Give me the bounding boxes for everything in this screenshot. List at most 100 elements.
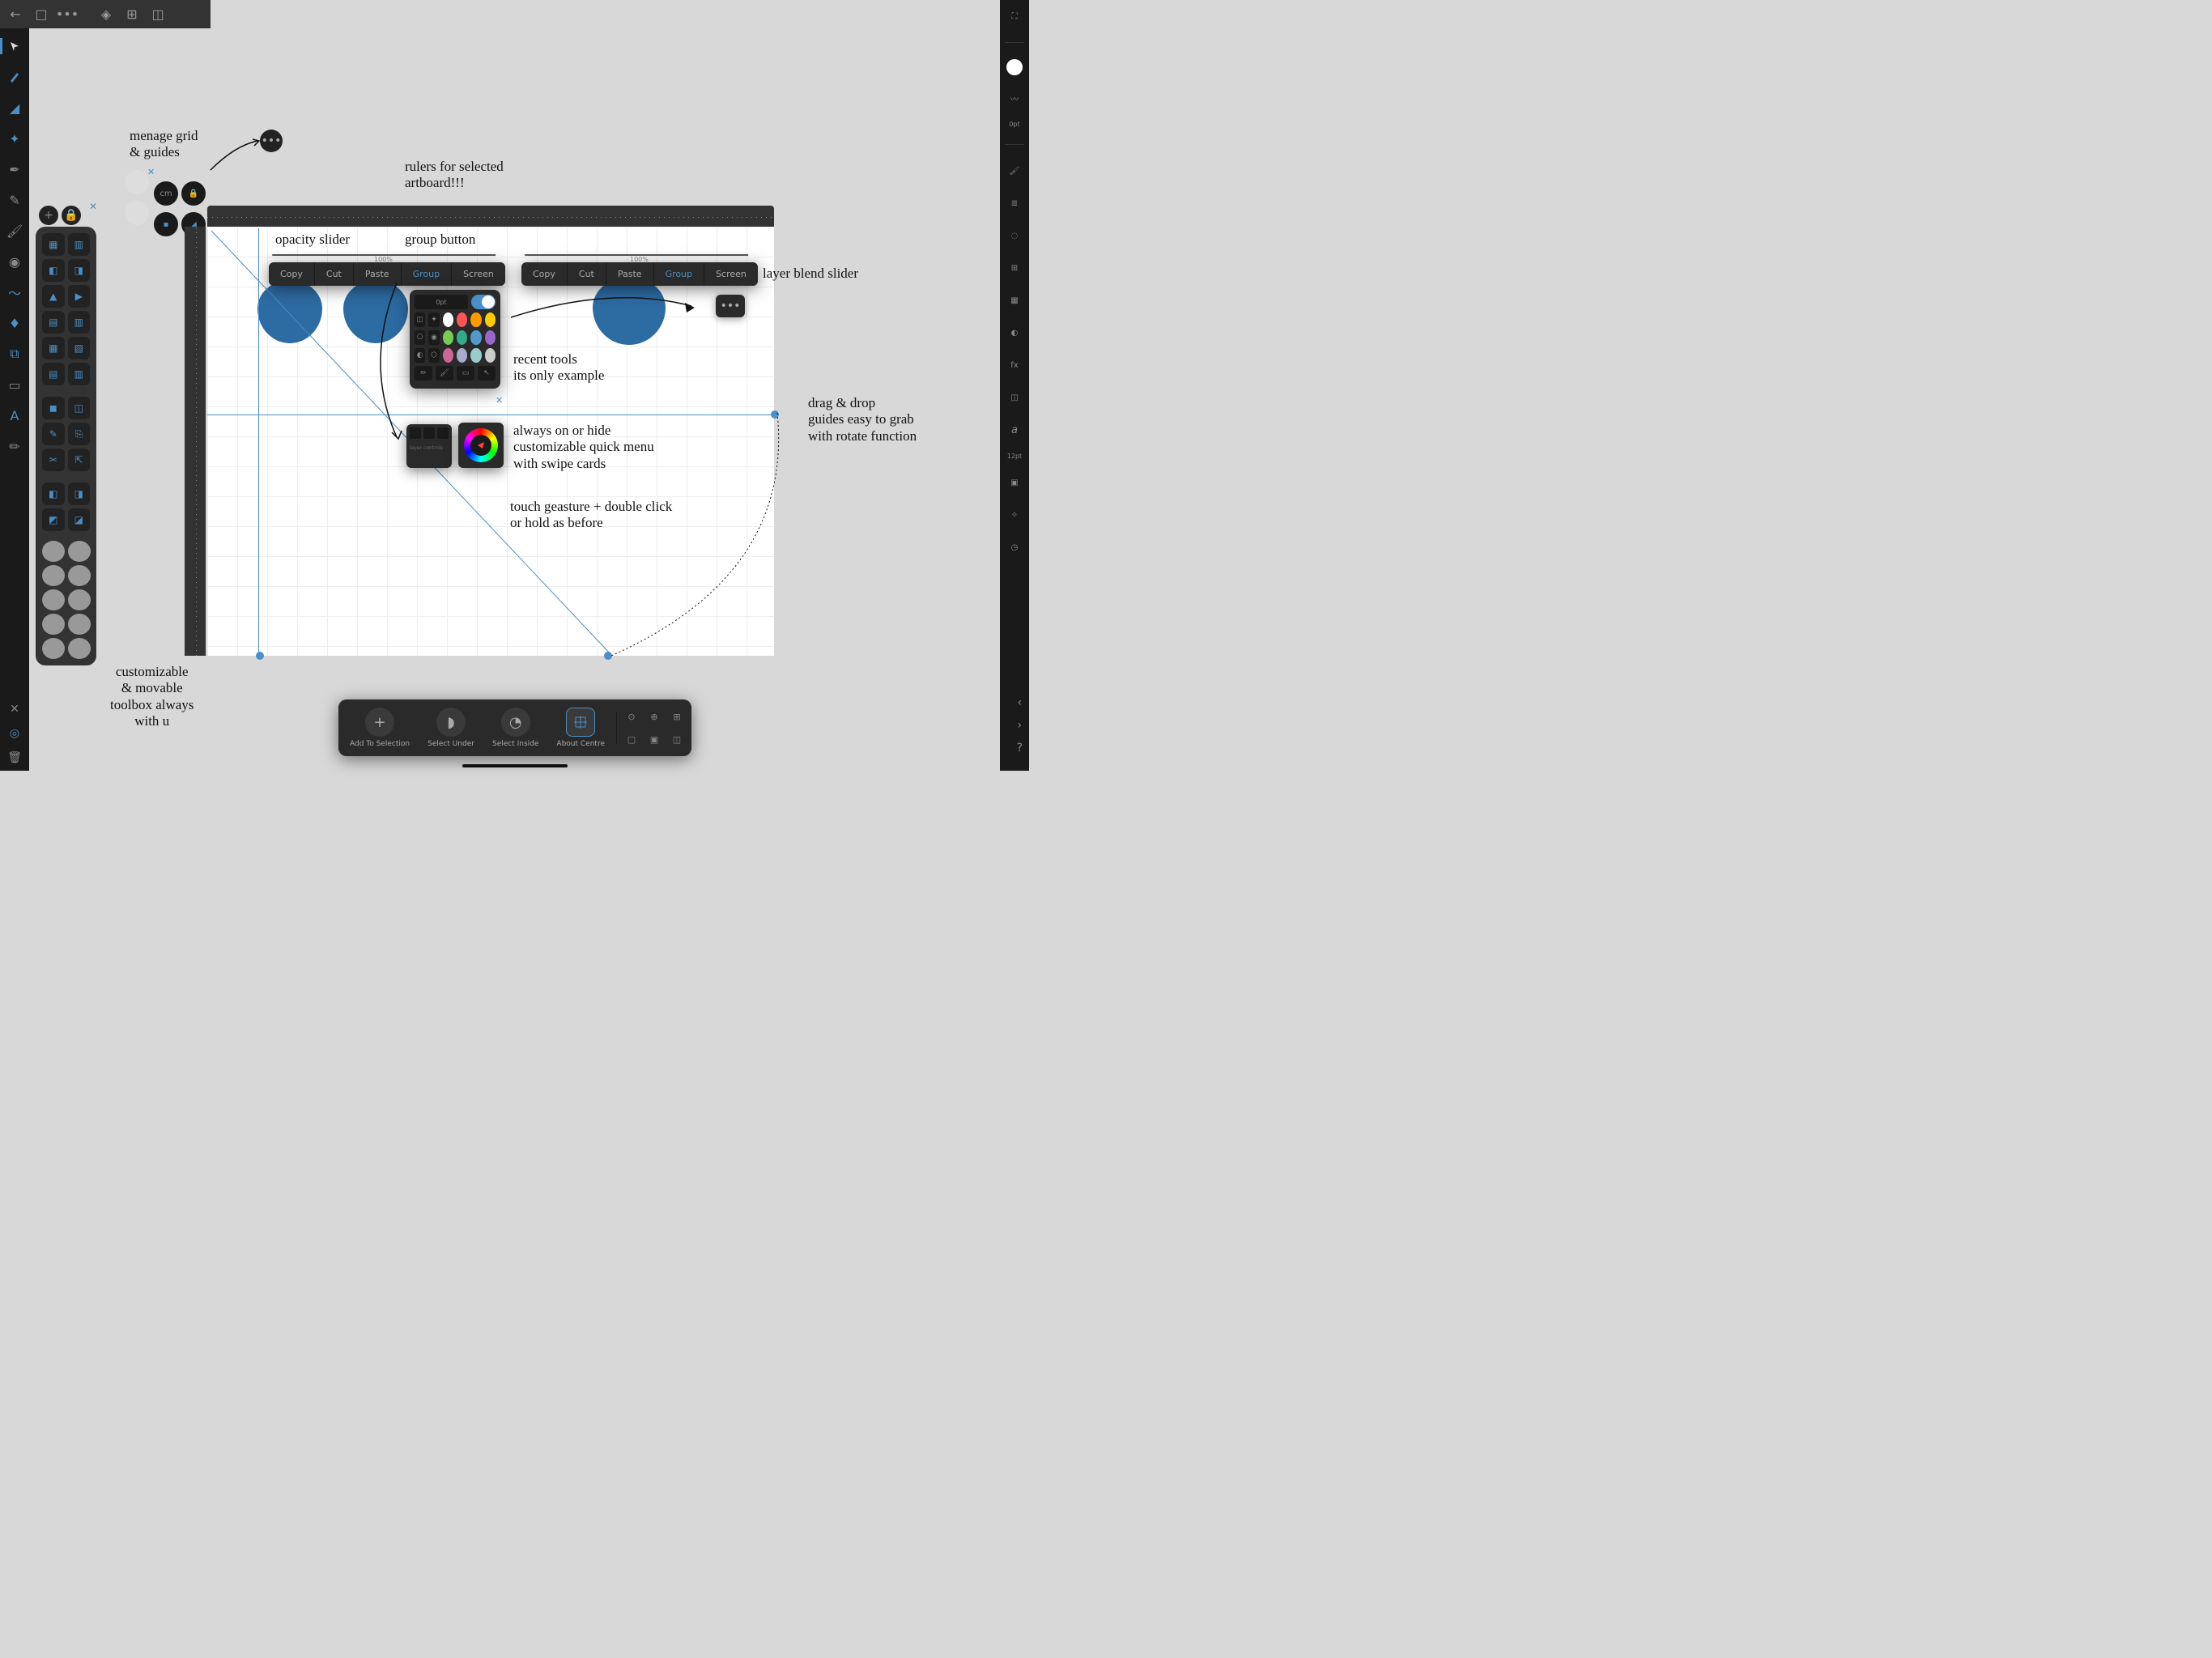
align-center-tool[interactable]: ▦ bbox=[42, 337, 65, 359]
space-v-tool[interactable]: ▥ bbox=[68, 363, 91, 385]
help-icon[interactable]: ? bbox=[1017, 742, 1023, 755]
guide-handle-1[interactable] bbox=[256, 652, 264, 660]
boolean-tool[interactable]: ◫ bbox=[68, 397, 91, 419]
flip-h-tool[interactable]: ▲ bbox=[42, 285, 65, 308]
menu-screen[interactable]: Screen bbox=[452, 262, 505, 286]
order-tool[interactable]: ◨ bbox=[68, 259, 91, 282]
swatch-white[interactable] bbox=[443, 312, 453, 327]
cut-tool[interactable]: ✂ bbox=[42, 449, 65, 471]
swatch-grey[interactable] bbox=[485, 348, 496, 363]
text-tool[interactable]: A bbox=[6, 407, 23, 423]
move-tool[interactable] bbox=[6, 38, 23, 54]
distribute-tool[interactable]: ▥ bbox=[68, 233, 91, 256]
quick-menu-card-2[interactable] bbox=[458, 423, 504, 468]
swatch-lavender[interactable] bbox=[457, 348, 467, 363]
recent-tool-4[interactable]: ◉ bbox=[428, 330, 439, 345]
export-tool[interactable]: ⇱ bbox=[68, 449, 91, 471]
edit-tool[interactable]: ✎ bbox=[42, 423, 65, 445]
dup-tool[interactable]: ◨ bbox=[68, 483, 91, 505]
menu-group[interactable]: Group bbox=[402, 262, 453, 286]
swatch-red[interactable] bbox=[457, 312, 467, 327]
fullscreen-icon[interactable]: ⛶ bbox=[1005, 6, 1024, 26]
transform-panel-icon[interactable]: ▣ bbox=[1005, 473, 1024, 492]
more-button[interactable]: ••• bbox=[55, 2, 79, 27]
grid-circle-2[interactable] bbox=[125, 201, 149, 225]
selection-panel-icon[interactable]: ◌ bbox=[1005, 226, 1024, 245]
select-inside-button[interactable]: ◔Select Inside bbox=[486, 704, 545, 751]
space-h-tool[interactable]: ▤ bbox=[42, 363, 65, 385]
menu2-copy[interactable]: Copy bbox=[521, 262, 568, 286]
swatch-purple[interactable] bbox=[485, 330, 496, 345]
context-more-button[interactable]: ••• bbox=[716, 295, 745, 317]
link-tool[interactable]: ⎘ bbox=[68, 423, 91, 445]
color-wheel-icon[interactable] bbox=[464, 428, 498, 462]
snapping-toggle[interactable]: ◎ bbox=[10, 727, 19, 740]
layer-tool[interactable]: ◧ bbox=[42, 483, 65, 505]
brush-panel-icon[interactable]: 🖌 bbox=[1005, 161, 1024, 181]
pen-tool[interactable]: ✒ bbox=[6, 161, 23, 177]
rectangle-tool[interactable]: ▭ bbox=[6, 376, 23, 393]
trash-icon[interactable]: 🗑 bbox=[7, 751, 22, 764]
quick-tool-4[interactable]: ↖ bbox=[478, 366, 496, 380]
document-button[interactable]: □ bbox=[29, 2, 53, 27]
point-transform-tool[interactable]: ✦ bbox=[6, 130, 23, 147]
stroke-weight-display[interactable]: 0pt bbox=[415, 295, 468, 309]
flip-v-tool[interactable]: ▶ bbox=[68, 285, 91, 308]
swatch-yellow[interactable] bbox=[485, 312, 496, 327]
add-selection-button[interactable]: +Add To Selection bbox=[343, 704, 416, 751]
menu2-cut[interactable]: Cut bbox=[568, 262, 606, 286]
vector-brush-tool[interactable]: 〜 bbox=[6, 284, 23, 300]
align-tool[interactable]: ▦ bbox=[42, 233, 65, 256]
node-tool[interactable] bbox=[6, 69, 23, 85]
menu2-paste[interactable]: Paste bbox=[606, 262, 654, 286]
quick-tool-2[interactable]: 🖌 bbox=[436, 366, 453, 380]
fill-color-swatch[interactable] bbox=[1006, 59, 1023, 75]
history-panel-icon[interactable]: ◷ bbox=[1005, 538, 1024, 557]
toolbox-close-icon[interactable]: ✕ bbox=[89, 201, 97, 212]
recent-tool-2[interactable]: ✦ bbox=[428, 312, 439, 327]
quick-tool-3[interactable]: ▭ bbox=[457, 366, 474, 380]
swatch-teal[interactable] bbox=[457, 330, 467, 345]
color-picker-tool[interactable]: ✏ bbox=[6, 438, 23, 454]
menu-cut[interactable]: Cut bbox=[315, 262, 354, 286]
recent-tool-6[interactable]: ⬡ bbox=[428, 348, 439, 363]
crop-tool[interactable]: ⧉ bbox=[6, 346, 23, 362]
nav-forward-icon[interactable]: › bbox=[1017, 719, 1022, 732]
align-right-tool[interactable]: ▥ bbox=[68, 311, 91, 334]
toggle-switch[interactable] bbox=[471, 295, 496, 309]
geom-tool[interactable]: ◼ bbox=[42, 397, 65, 419]
menu2-screen[interactable]: Screen bbox=[704, 262, 758, 286]
arrange-tool[interactable]: ◧ bbox=[42, 259, 65, 282]
styles-panel-icon[interactable]: ◫ bbox=[1005, 388, 1024, 407]
fx-panel-icon[interactable]: fx bbox=[1005, 355, 1024, 375]
grid-close-icon[interactable]: ✕ bbox=[147, 167, 155, 177]
text-panel-icon[interactable]: a bbox=[1005, 420, 1024, 440]
select-under-button[interactable]: ◗Select Under bbox=[421, 704, 481, 751]
grid-snap-button[interactable]: ▪ bbox=[154, 212, 178, 236]
align-left-tool[interactable]: ▤ bbox=[42, 311, 65, 334]
brush-tool[interactable]: 🖌 bbox=[6, 223, 23, 239]
dashboard-button[interactable]: ◫ bbox=[146, 2, 170, 27]
corner-tool[interactable]: ◢ bbox=[6, 100, 23, 116]
menu2-group[interactable]: Group bbox=[654, 262, 705, 286]
about-centre-button[interactable]: About Centre bbox=[550, 704, 611, 751]
menu-copy[interactable]: Copy bbox=[269, 262, 315, 286]
toolbox-add-button[interactable]: + bbox=[39, 206, 58, 225]
fill-tool[interactable]: ◉ bbox=[6, 253, 23, 270]
swatches-panel-icon[interactable]: ⊞ bbox=[1005, 258, 1024, 278]
grid-units-button[interactable]: cm bbox=[154, 181, 178, 206]
back-button[interactable]: ← bbox=[3, 2, 28, 27]
adjustment-panel-icon[interactable]: ◐ bbox=[1005, 323, 1024, 342]
floating-toolbox[interactable]: ▦▥ ◧◨ ▲▶ ▤▥ ▦▧ ▤▥ ◼◫ ✎⎘ ✂⇱ ◧◨ ◩◪ bbox=[36, 227, 96, 665]
swatch-cyan[interactable] bbox=[470, 348, 481, 363]
horizontal-ruler[interactable] bbox=[207, 206, 774, 227]
shape-tool[interactable]: ♦ bbox=[6, 315, 23, 331]
stock-panel-icon[interactable]: ▦ bbox=[1005, 291, 1024, 310]
toolbox-lock-button[interactable]: 🔒 bbox=[62, 206, 81, 225]
vertical-ruler[interactable] bbox=[185, 227, 206, 656]
group-tool[interactable]: ◩ bbox=[42, 508, 65, 531]
align-v-tool[interactable]: ▧ bbox=[68, 337, 91, 359]
swatch-blue[interactable] bbox=[470, 330, 481, 345]
nav-back-icon[interactable]: ‹ bbox=[1017, 696, 1022, 709]
swatch-orange[interactable] bbox=[470, 312, 481, 327]
